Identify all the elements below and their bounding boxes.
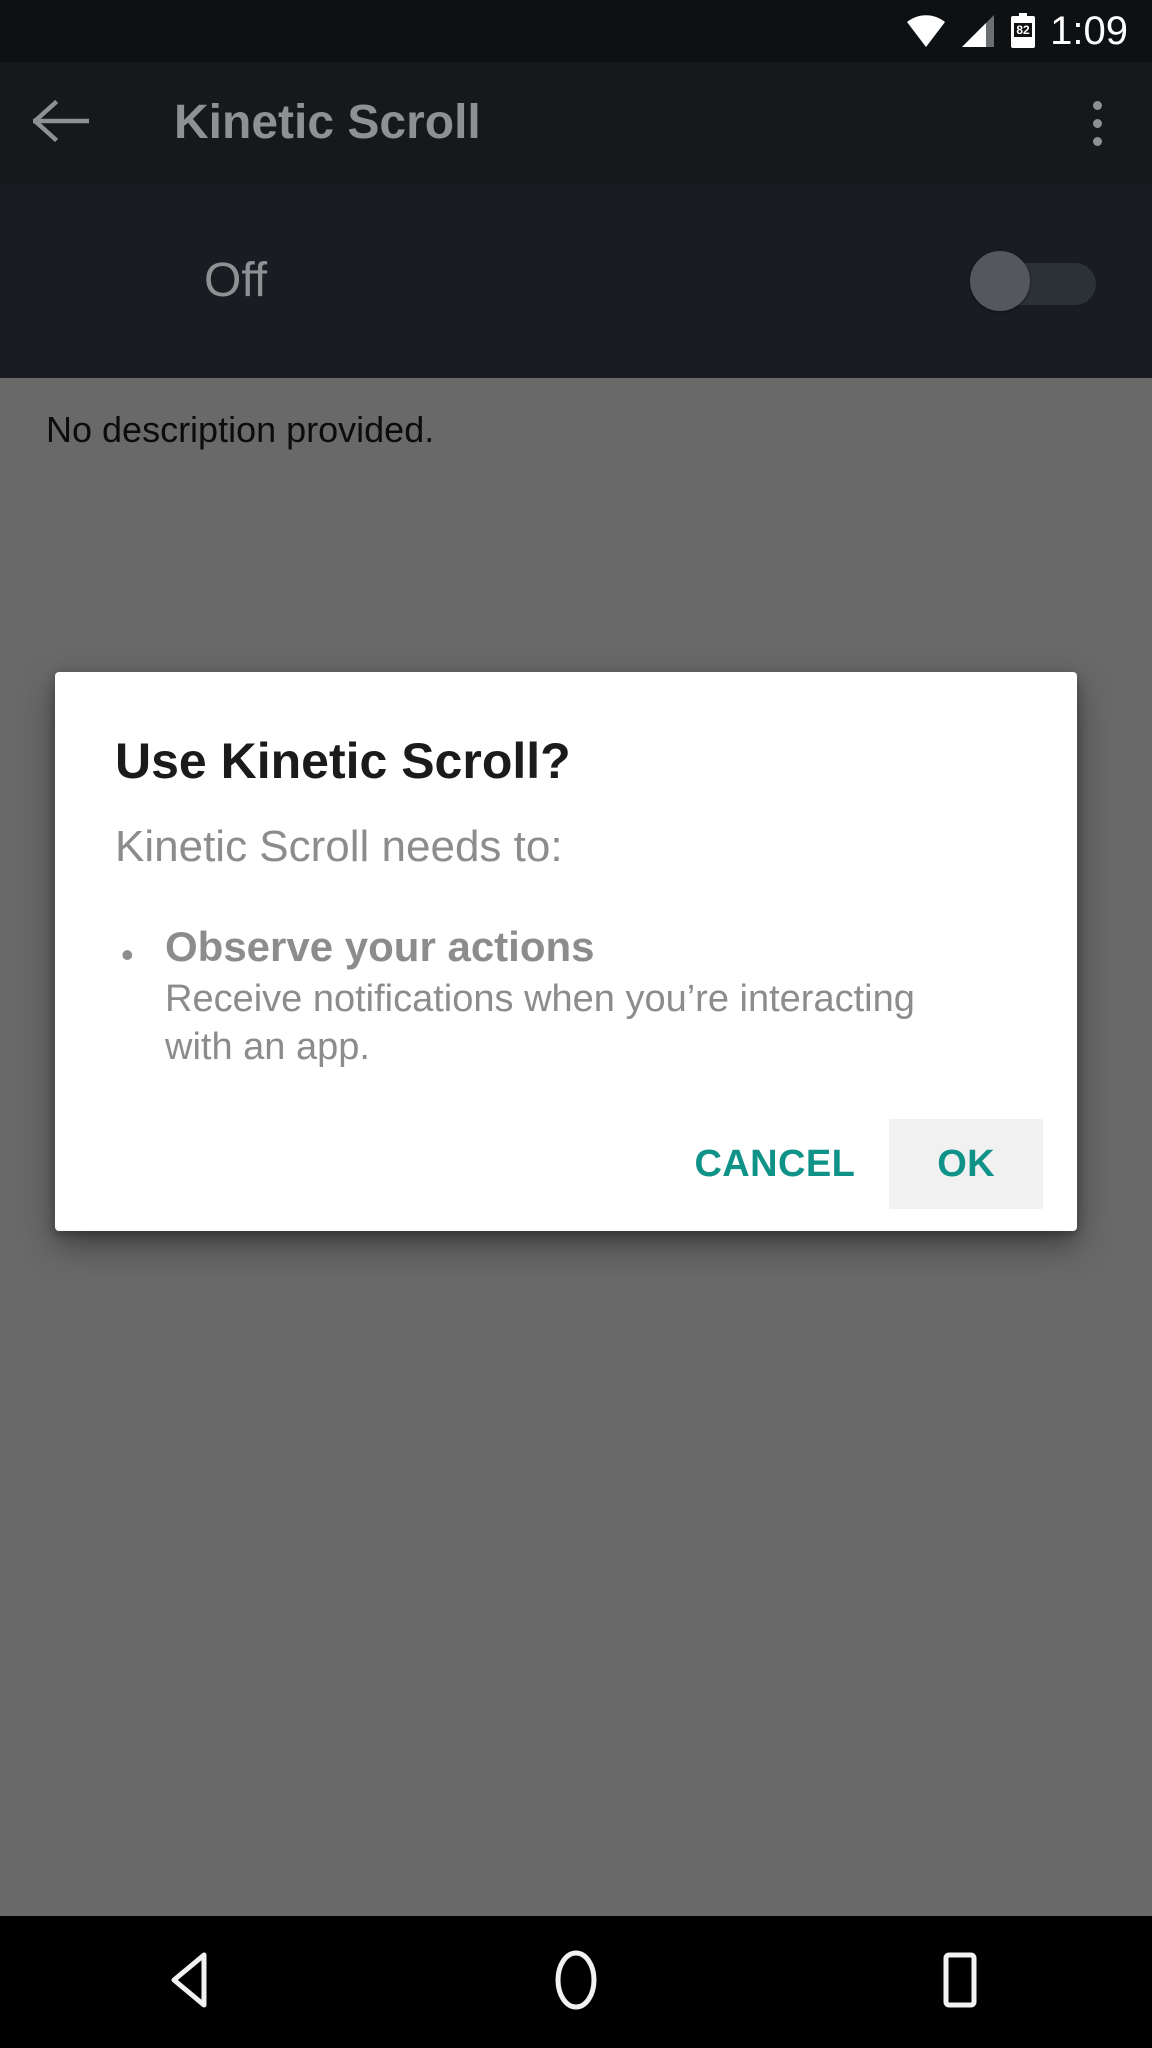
battery-level-text: 82 [1016, 23, 1030, 37]
navigation-bar [0, 1916, 1152, 2048]
permission-description: Receive notifications when you’re intera… [165, 978, 915, 1068]
dialog-title: Use Kinetic Scroll? [115, 733, 571, 789]
permission-body: Observe your actions Receive notificatio… [165, 923, 1017, 1070]
overflow-menu-icon-dot3 [1092, 136, 1102, 146]
overflow-menu-icon [1092, 100, 1102, 110]
battery-icon: 82 [1010, 13, 1036, 49]
nav-recents-icon [938, 1951, 982, 2014]
status-icon-group: 82 [906, 13, 1036, 49]
nav-back-button[interactable] [107, 1916, 277, 2048]
status-clock: 1:09 [1050, 9, 1128, 53]
permission-list: • Observe your actions Receive notificat… [55, 871, 1077, 1070]
cell-signal-icon [960, 15, 996, 47]
bullet-icon: • [121, 934, 134, 976]
permission-title: Observe your actions [165, 923, 595, 971]
android-screen: 82 1:09 Kinetic Scroll Off No descriptio… [0, 0, 1152, 2048]
service-toggle-row[interactable]: Off [0, 184, 1152, 378]
page-title: Kinetic Scroll [174, 96, 481, 149]
back-arrow-icon [31, 98, 90, 149]
status-bar: 82 1:09 [0, 0, 1152, 62]
cancel-button[interactable]: CANCEL [660, 1119, 889, 1209]
dialog-subtitle: Kinetic Scroll needs to: [115, 822, 563, 871]
service-toggle-label: Off [204, 254, 268, 307]
overflow-menu-icon-dot2 [1092, 118, 1102, 128]
nav-back-icon [166, 1951, 218, 2014]
nav-recents-button[interactable] [875, 1916, 1045, 2048]
service-toggle-switch[interactable] [970, 251, 1100, 311]
wifi-icon [906, 15, 946, 47]
switch-thumb[interactable] [970, 251, 1030, 311]
permission-dialog: Use Kinetic Scroll? Kinetic Scroll needs… [55, 672, 1077, 1231]
list-item: • Observe your actions Receive notificat… [121, 923, 1017, 1070]
overflow-menu-button[interactable] [1042, 62, 1152, 184]
nav-home-button[interactable] [491, 1916, 661, 2048]
action-bar: Kinetic Scroll [0, 62, 1152, 184]
back-arrow-button[interactable] [0, 62, 122, 184]
service-description: No description provided. [46, 409, 435, 450]
nav-home-icon [551, 1949, 601, 2016]
ok-button[interactable]: OK [889, 1118, 1043, 1209]
dialog-button-bar: CANCEL OK [55, 1071, 1077, 1231]
